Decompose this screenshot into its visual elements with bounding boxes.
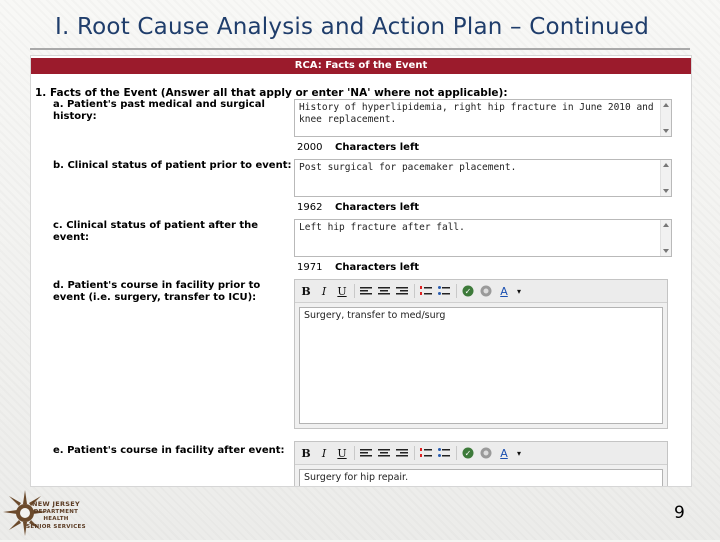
spellcheck-icon[interactable]: ✓ — [461, 283, 475, 299]
numbered-list-icon[interactable] — [419, 445, 433, 461]
numbered-list-icon[interactable] — [419, 283, 433, 299]
question-e-value: Surgery for hip repair. — [304, 472, 409, 483]
question-b-label: b. Clinical status of patient prior to e… — [53, 160, 292, 171]
chevron-down-icon[interactable]: ▾ — [512, 445, 526, 461]
scroll-up-icon[interactable] — [663, 163, 669, 167]
title-divider — [30, 48, 690, 50]
svg-text:✓: ✓ — [465, 287, 472, 296]
logo-line-4: SENIOR SERVICES — [26, 524, 86, 530]
question-d-label: d. Patient's course in facility prior to… — [53, 280, 261, 303]
chars-left-label: Characters left — [335, 142, 420, 153]
page-number: 9 — [674, 503, 685, 523]
align-right-icon[interactable] — [395, 283, 409, 299]
rca-header-bar: RCA: Facts of the Event — [31, 58, 691, 74]
align-right-icon[interactable] — [395, 445, 409, 461]
question-c-char-count: 1971 Characters left — [297, 262, 419, 273]
question-c-label: c. Clinical status of patient after the … — [53, 220, 259, 243]
question-b-scrollbar[interactable] — [660, 160, 671, 196]
svg-text:✓: ✓ — [465, 449, 472, 458]
editor-toolbar: B I U ✓ A ▾ — [295, 280, 667, 303]
slide-title: I. Root Cause Analysis and Action Plan –… — [55, 14, 650, 40]
find-icon[interactable] — [479, 445, 493, 461]
bold-button[interactable]: B — [299, 445, 313, 461]
question-a-char-count: 2000 Characters left — [297, 142, 419, 153]
align-center-icon[interactable] — [377, 445, 391, 461]
italic-button[interactable]: I — [317, 283, 331, 299]
question-e-label: e. Patient's course in facility after ev… — [53, 445, 285, 456]
question-c-textarea[interactable]: Left hip fracture after fall. — [294, 219, 672, 257]
toolbar-separator — [456, 284, 457, 298]
logo-line-2: DEPARTMENT — [33, 509, 79, 515]
question-a-value: History of hyperlipidemia, right hip fra… — [299, 102, 654, 125]
question-b-value: Post surgical for pacemaker placement. — [299, 162, 517, 173]
question-a-scrollbar[interactable] — [660, 100, 671, 136]
chars-left-number: 1962 — [297, 202, 323, 213]
italic-button[interactable]: I — [317, 445, 331, 461]
question-e-editor-area[interactable]: Surgery for hip repair. — [299, 469, 663, 486]
nj-health-logo: NEW JERSEY DEPARTMENT HEALTH SENIOR SERV… — [3, 488, 87, 538]
chevron-down-icon[interactable]: ▾ — [512, 283, 526, 299]
logo-line-3: HEALTH — [43, 516, 69, 522]
scroll-down-icon[interactable] — [663, 189, 669, 193]
question-b-textarea[interactable]: Post surgical for pacemaker placement. — [294, 159, 672, 197]
chars-left-number: 1971 — [297, 262, 323, 273]
align-center-icon[interactable] — [377, 283, 391, 299]
toolbar-separator — [354, 284, 355, 298]
question-d-editor-area[interactable]: Surgery, transfer to med/surg — [299, 307, 663, 424]
logo-line-1: NEW JERSEY — [31, 500, 80, 508]
toolbar-separator — [456, 446, 457, 460]
toolbar-separator — [354, 446, 355, 460]
question-e-rich-editor: B I U ✓ A ▾ Surgery for hip repair. — [294, 441, 668, 486]
chars-left-number: 2000 — [297, 142, 323, 153]
find-icon[interactable] — [479, 283, 493, 299]
question-a-label: a. Patient's past medical and surgical h… — [53, 99, 265, 122]
scroll-up-icon[interactable] — [663, 103, 669, 107]
toolbar-separator — [414, 446, 415, 460]
question-c-scrollbar[interactable] — [660, 220, 671, 256]
font-color-button[interactable]: A — [497, 283, 511, 299]
underline-button[interactable]: U — [335, 445, 349, 461]
scroll-down-icon[interactable] — [663, 129, 669, 133]
align-left-icon[interactable] — [359, 283, 373, 299]
font-color-button[interactable]: A — [497, 445, 511, 461]
question-a-textarea[interactable]: History of hyperlipidemia, right hip fra… — [294, 99, 672, 137]
chars-left-label: Characters left — [335, 262, 420, 273]
bullet-list-icon[interactable] — [437, 283, 451, 299]
bullet-list-icon[interactable] — [437, 445, 451, 461]
question-d-value: Surgery, transfer to med/surg — [304, 310, 446, 321]
rca-form-screenshot: RCA: Facts of the Event 1. Facts of the … — [30, 55, 692, 487]
question-c-value: Left hip fracture after fall. — [299, 222, 465, 233]
scroll-up-icon[interactable] — [663, 223, 669, 227]
section-heading: 1. Facts of the Event (Answer all that a… — [35, 87, 508, 99]
editor-toolbar: B I U ✓ A ▾ — [295, 442, 667, 465]
chars-left-label: Characters left — [335, 202, 420, 213]
align-left-icon[interactable] — [359, 445, 373, 461]
question-b-char-count: 1962 Characters left — [297, 202, 419, 213]
spellcheck-icon[interactable]: ✓ — [461, 445, 475, 461]
underline-button[interactable]: U — [335, 283, 349, 299]
question-d-rich-editor: B I U ✓ A ▾ Surgery, transfer to med/sur… — [294, 279, 668, 429]
toolbar-separator — [414, 284, 415, 298]
bold-button[interactable]: B — [299, 283, 313, 299]
scroll-down-icon[interactable] — [663, 249, 669, 253]
